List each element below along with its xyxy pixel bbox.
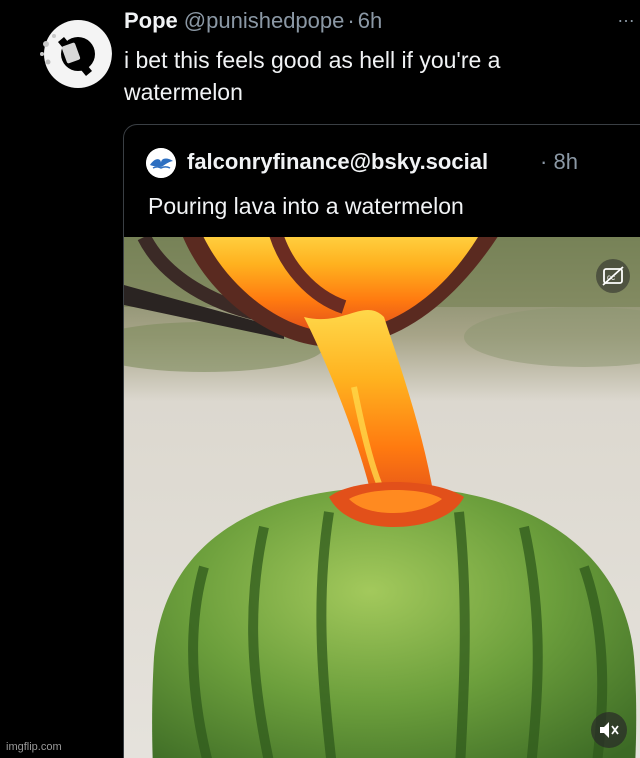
post-time[interactable]: 6h [358, 8, 382, 33]
captions-button[interactable]: cc [596, 259, 630, 293]
author-handle[interactable]: @punishedpope [184, 8, 345, 33]
speaker-muted-icon [600, 722, 619, 738]
separator-dot: · [347, 8, 355, 33]
quoted-author-avatar[interactable] [146, 148, 176, 178]
post-header: Pope @punishedpope · 6h [124, 8, 382, 34]
captions-off-icon: cc [602, 266, 624, 286]
post-text: i bet this feels good as hell if you're … [124, 47, 501, 105]
imgflip-watermark: imgflip.com [6, 741, 62, 753]
post-screenshot: Pope @punishedpope · 6h … i bet this feels … [0, 0, 640, 758]
quoted-author-name[interactable]: falconryfinance@bsky.social [187, 149, 488, 175]
author-avatar[interactable] [34, 14, 112, 92]
quoted-post-card[interactable]: falconryfinance@bsky.social · 8h Pouring… [123, 124, 640, 758]
butterfly-logo-icon [146, 148, 176, 178]
quoted-post-text: Pouring lava into a watermelon [148, 193, 464, 219]
separator-dot: · [540, 149, 548, 174]
video-frame [124, 237, 640, 758]
mute-button[interactable] [591, 712, 627, 748]
quoted-post-meta: · 8h [540, 149, 578, 175]
quoted-post-time[interactable]: 8h [553, 149, 577, 174]
more-options-icon[interactable]: … [617, 6, 636, 27]
video-player[interactable]: cc [124, 237, 640, 758]
author-name[interactable]: Pope [124, 8, 178, 33]
avatar-image [34, 14, 112, 92]
